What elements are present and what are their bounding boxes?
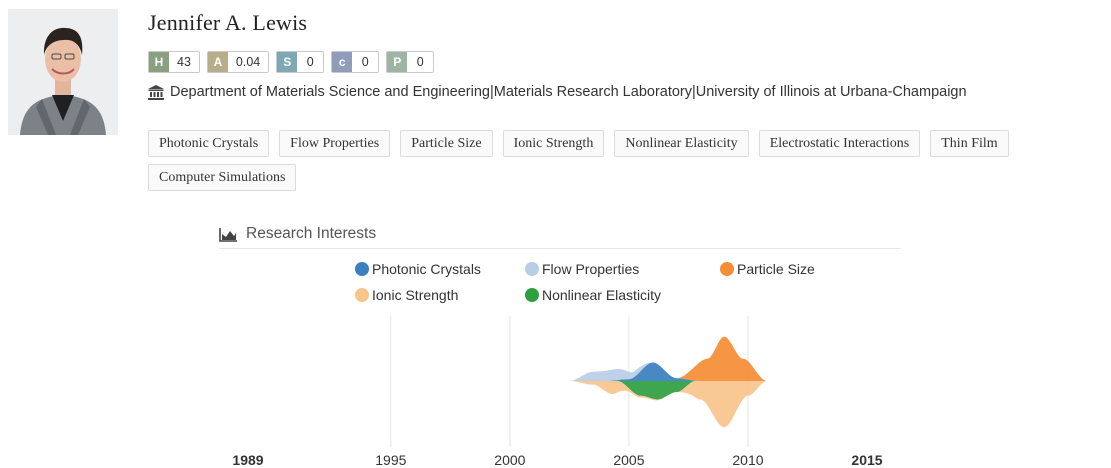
x-tick-label: 2005 — [613, 452, 644, 468]
x-tick-label: 1989 — [232, 452, 263, 468]
x-tick-label: 2015 — [851, 452, 882, 468]
research-streamgraph: 1989 1995 2000 2005 2010 2015 — [232, 316, 883, 468]
x-tick-label: 2010 — [732, 452, 763, 468]
x-tick-label: 1995 — [375, 452, 406, 468]
x-tick-label: 2000 — [494, 452, 525, 468]
